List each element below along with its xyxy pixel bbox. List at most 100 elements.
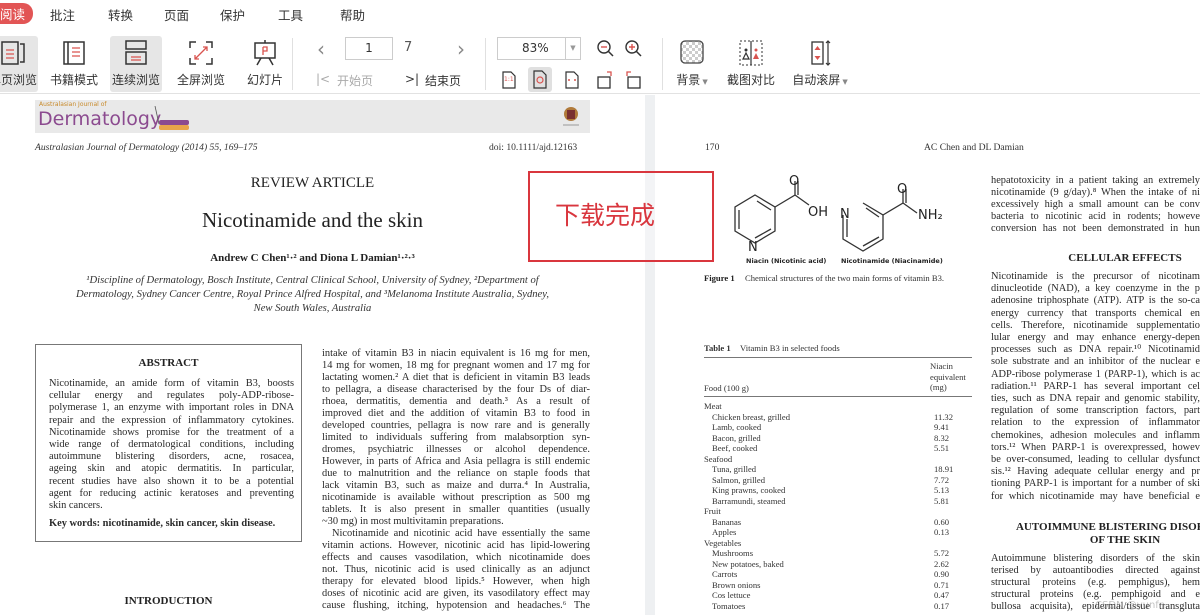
- menu-tools[interactable]: 工具: [278, 5, 303, 24]
- background-button[interactable]: 背景 ▼: [672, 36, 712, 92]
- text-line: chemokines, adhesion molecules and infla…: [991, 429, 1200, 441]
- book-mode-button[interactable]: 书籍模式: [48, 36, 100, 92]
- autoimmune-heading-line-2: OF THE SKIN: [1089, 534, 1161, 546]
- fit-page-icon: [533, 70, 547, 89]
- zoom-in-icon[interactable]: [624, 39, 644, 59]
- niacin-structure: [734, 181, 810, 244]
- amide-label: NH₂: [918, 208, 943, 223]
- food-cell: Tomatoes: [712, 600, 746, 611]
- running-head: AC Chen and DL Damian: [924, 142, 1024, 153]
- text-line: ageing skin and atopic dermatitis. In pa…: [49, 463, 294, 475]
- text-line: be over-consumed, leading to cellular dy…: [991, 454, 1200, 465]
- article-type: REVIEW ARTICLE: [250, 175, 375, 191]
- text-line: tioning PARP-1 is important for a number…: [991, 478, 1200, 490]
- menu-protect[interactable]: 保护: [220, 5, 245, 24]
- text-line: dinucleotide (NAD), a key coenzyme in th…: [991, 283, 1200, 295]
- separator: [485, 38, 486, 90]
- next-page-button[interactable]: ›: [457, 37, 465, 61]
- text-line: lack vitamin B3, such as maize and durra…: [322, 480, 590, 491]
- text-line: cells. Therefore, nicotinamide supplemen…: [991, 319, 1200, 331]
- text-line: relation to the expression of inflammato…: [991, 417, 1200, 429]
- actual-size-button[interactable]: 1:1: [500, 70, 518, 90]
- actual-size-label: 1:1: [504, 76, 514, 83]
- niacin-value-cell: 8.32: [934, 432, 950, 443]
- text-line: for which nicotinamide may have benefici…: [991, 490, 1200, 502]
- menu-read[interactable]: 阅读: [0, 3, 34, 24]
- text-line: However, in parts of Africa and Asia pel…: [322, 456, 590, 467]
- slideshow-button[interactable]: 幻灯片: [242, 36, 288, 92]
- college-crest-icon: [563, 107, 579, 126]
- banner-title: Dermatology: [38, 108, 162, 130]
- text-line: adenosine triphosphate (ATP). ATP is the…: [991, 295, 1200, 307]
- text-line: therapy for elevated blood lipids.⁵ Howe…: [322, 576, 590, 587]
- total-pages: 7: [404, 40, 413, 55]
- niacin-value-cell: 7.72: [934, 474, 950, 485]
- text-line: Nicotinamide and nicotinic acid have ess…: [332, 528, 590, 539]
- affiliation-line: New South Wales, Australia: [253, 303, 372, 314]
- auto-scroll-icon: [811, 40, 831, 66]
- page-number-input[interactable]: 1: [345, 37, 393, 60]
- text-line: doses of nicotinic acid are given, its v…: [322, 588, 590, 599]
- fit-width-icon[interactable]: [563, 70, 581, 90]
- menu-annotate[interactable]: 批注: [50, 5, 75, 24]
- screenshot-compare-button[interactable]: 截图对比: [722, 36, 780, 92]
- header-line: Niacin: [930, 361, 953, 371]
- text-line: terised by autoantibodies directed again…: [991, 565, 1200, 576]
- last-page-label: 结束页: [425, 74, 462, 88]
- food-cell: Vegetables: [704, 537, 742, 548]
- page-number: 170: [705, 142, 720, 153]
- niacin-value-cell: 0.60: [934, 516, 950, 527]
- rotate-right-icon[interactable]: [623, 70, 643, 90]
- auto-scroll-label: 自动滚屏 ▼: [792, 73, 848, 87]
- affiliation-line: ¹Discipline of Dermatology, Bosch Instit…: [86, 275, 539, 286]
- previous-page-button[interactable]: ‹: [317, 37, 325, 61]
- text-line: Nicotinamide, an amide form of vitamin B…: [49, 378, 294, 389]
- document-viewer[interactable]: Australasian Journal of Dermatology Aust…: [0, 95, 1200, 615]
- niacin-value-cell: 9.41: [934, 422, 950, 432]
- text-line: improved diet and the addition of vitami…: [322, 408, 590, 419]
- niacin-value-cell: 18.91: [934, 464, 954, 474]
- checkerboard-icon: [680, 40, 704, 64]
- doi[interactable]: doi: 10.1111/ajd.12163: [489, 142, 577, 153]
- niacin-value-cell: 5.13: [934, 485, 950, 495]
- presentation-icon: [254, 40, 276, 66]
- fit-page-button[interactable]: [528, 67, 552, 92]
- text-line: vitamin actions. However, nicotinic acid…: [322, 540, 590, 551]
- zoom-select[interactable]: 83% ▼: [497, 37, 581, 60]
- menu-convert[interactable]: 转换: [108, 5, 133, 24]
- introduction-heading: INTRODUCTION: [124, 595, 213, 607]
- column-header-food: Food (100 g): [704, 383, 749, 393]
- screenshot-compare-label: 截图对比: [726, 73, 775, 87]
- food-cell: King prawns, cooked: [712, 485, 786, 495]
- text-line: cellular energy and regulates poly-ADP-r…: [49, 390, 294, 402]
- cellular-effects-heading: CELLULAR EFFECTS: [1068, 252, 1182, 264]
- zoom-out-icon[interactable]: [596, 39, 616, 59]
- rotate-left-icon[interactable]: [595, 70, 615, 90]
- text-line: tors.¹² When PARP-1 is overexpressed, ho…: [991, 441, 1200, 453]
- table-caption: Vitamin B3 in selected foods: [740, 343, 840, 353]
- menu-page[interactable]: 页面: [164, 5, 189, 24]
- chevron-down-icon[interactable]: ▼: [565, 38, 580, 59]
- niacin-value-cell: 0.47: [934, 590, 950, 600]
- affiliation-line: Dermatology, Sydney Cancer Centre, Royal…: [75, 289, 550, 300]
- text-line: ~30 mg) in most multivitamin preparation…: [322, 516, 504, 527]
- abstract-heading: ABSTRACT: [138, 357, 199, 369]
- authors: Andrew C Chen¹·² and Diona L Damian¹·²·³: [210, 252, 415, 264]
- text-line: Nicotinamide is the precursor of nicotin…: [991, 271, 1200, 282]
- text-line: structural proteins (e.g. pemphigus), he…: [991, 577, 1200, 588]
- food-cell: Beef, cooked: [712, 443, 758, 453]
- text-line: regulation of some transcription factors…: [991, 405, 1200, 417]
- auto-scroll-button[interactable]: 自动滚屏 ▼: [790, 36, 850, 92]
- text-line: not. Thus, nicotinic acid is used clinic…: [322, 564, 590, 575]
- continuous-view-label: 连续浏览: [111, 73, 160, 87]
- text-line: Autoimmune blistering disorders of the s…: [991, 553, 1200, 564]
- single-page-view-button[interactable]: 单页浏览: [0, 36, 38, 92]
- text-line: developed countries, pellagra is now rar…: [322, 420, 590, 431]
- text-line: intake of vitamin B3 in niacin equivalen…: [322, 348, 590, 359]
- food-cell: Chicken breast, grilled: [712, 411, 791, 422]
- menu-help[interactable]: 帮助: [340, 5, 365, 24]
- continuous-view-button[interactable]: 连续浏览: [110, 36, 162, 92]
- fullscreen-button[interactable]: 全屏浏览: [174, 36, 228, 92]
- food-cell: Carrots: [712, 569, 738, 579]
- nitrogen-label: N: [840, 207, 850, 222]
